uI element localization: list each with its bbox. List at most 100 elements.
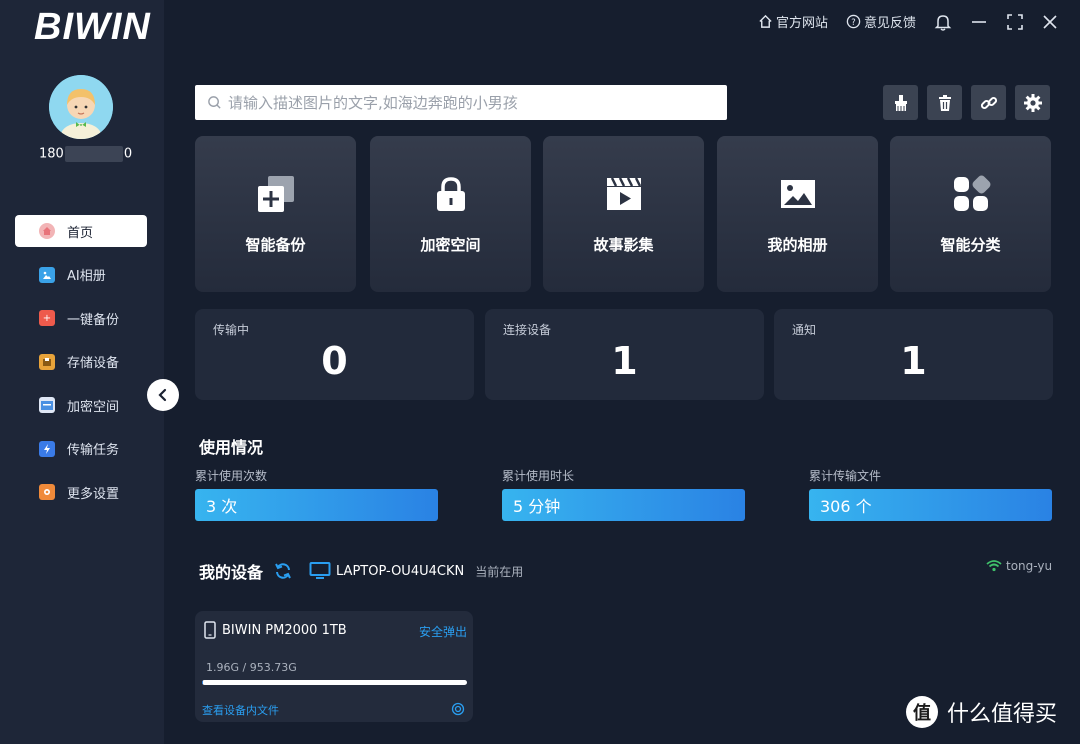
home-outline-icon — [759, 14, 772, 28]
sidebar-item-secure[interactable]: 加密空间 — [15, 389, 147, 421]
usage-bar-files: 306 个 — [809, 489, 1052, 521]
search-icon — [208, 96, 221, 109]
device-card[interactable]: BIWIN PM2000 1TB 安全弹出 1.96G / 953.73G 查看… — [195, 611, 473, 722]
folder-lock-icon — [39, 397, 55, 413]
watermark-text: 什么值得买 — [947, 702, 1058, 727]
computer-status: 当前在用 — [475, 564, 524, 579]
feature-label: 故事影集 — [593, 236, 654, 254]
sidebar: BIWIN 180 0 首页 AI相册 + 一键备份 存储设备 加密空间 传输任… — [0, 0, 164, 744]
link-button[interactable] — [971, 85, 1006, 120]
computer-name: LAPTOP-OU4U4CKN — [336, 563, 465, 579]
device-usage-text: 1.96G / 953.73G — [206, 661, 297, 674]
stat-value: 1 — [611, 339, 638, 383]
sidebar-item-backup[interactable]: + 一键备份 — [15, 302, 147, 334]
sidebar-item-label: 传输任务 — [67, 443, 120, 458]
delete-button[interactable] — [927, 85, 962, 120]
minimize-icon[interactable] — [970, 13, 988, 31]
storage-box-icon — [39, 353, 55, 370]
target-icon[interactable] — [451, 702, 465, 716]
sidebar-item-label: 更多设置 — [67, 486, 120, 502]
wifi-icon — [986, 560, 1002, 572]
clean-button[interactable] — [883, 85, 918, 120]
toolbar — [883, 85, 1050, 120]
photo-icon — [39, 266, 55, 283]
monitor-icon — [309, 562, 331, 579]
feature-label: 我的相册 — [767, 236, 828, 254]
wifi-status: tong-yu — [986, 559, 1052, 573]
sidebar-item-label: 首页 — [67, 225, 94, 241]
stat-title: 通知 — [792, 323, 817, 337]
help-circle-icon: ? — [846, 14, 861, 29]
sidebar-item-home[interactable]: 首页 — [15, 215, 147, 247]
svg-text:?: ? — [851, 17, 855, 27]
usage-section-title: 使用情况 — [199, 438, 264, 457]
stat-value: 1 — [900, 339, 927, 383]
maximize-icon[interactable] — [1006, 13, 1024, 31]
sidebar-item-ai-album[interactable]: AI相册 — [15, 259, 147, 291]
backup-plus-icon — [256, 174, 296, 214]
device-name: BIWIN PM2000 1TB — [222, 623, 347, 638]
window-topbar: 官方网站 ? 意见反馈 — [758, 12, 1058, 31]
close-icon[interactable] — [1042, 14, 1058, 30]
brush-icon — [894, 94, 907, 111]
sidebar-item-transfer[interactable]: 传输任务 — [15, 433, 147, 465]
usage-bar-duration: 5 分钟 — [502, 489, 745, 521]
feature-label: 加密空间 — [420, 236, 481, 254]
chevron-left-icon — [158, 388, 167, 402]
sidebar-item-storage[interactable]: 存储设备 — [15, 346, 147, 378]
user-id: 180 0 — [39, 146, 133, 162]
transfer-icon — [39, 440, 55, 457]
category-grid-icon — [951, 174, 991, 214]
usage-label: 累计使用次数 — [195, 469, 268, 483]
search-bar — [195, 85, 727, 120]
devices-section-title: 我的设备 — [199, 563, 264, 582]
device-usage-fill — [202, 680, 203, 685]
collapse-sidebar-button[interactable] — [147, 379, 179, 411]
stat-title: 连接设备 — [503, 323, 552, 337]
browse-device-files-link[interactable]: 查看设备内文件 — [202, 702, 279, 718]
sidebar-item-settings[interactable]: 更多设置 — [15, 476, 147, 508]
gear-icon — [1023, 93, 1042, 112]
sidebar-nav: 首页 AI相册 + 一键备份 存储设备 加密空间 传输任务 更多设置 — [15, 215, 147, 520]
feature-card-secure-space[interactable]: 加密空间 — [370, 136, 531, 292]
sidebar-item-label: 加密空间 — [67, 399, 120, 415]
watermark: 值 什么值得买 — [905, 695, 1057, 729]
sidebar-item-label: 一键备份 — [67, 312, 120, 328]
feature-card-smart-category[interactable]: 智能分类 — [890, 136, 1051, 292]
usage-label: 累计使用时长 — [502, 469, 575, 483]
refresh-icon[interactable] — [273, 561, 293, 581]
avatar[interactable] — [49, 75, 113, 139]
usage-bar-count: 3 次 — [195, 489, 438, 521]
stat-value: 0 — [321, 339, 348, 383]
settings-icon — [39, 484, 55, 500]
device-usage-progress — [202, 680, 467, 685]
lock-icon — [431, 174, 471, 214]
feedback-link[interactable]: ? 意见反馈 — [846, 12, 916, 31]
stat-card-transferring[interactable]: 传输中 0 — [195, 309, 474, 400]
feature-label: 智能备份 — [245, 236, 306, 254]
wifi-name: tong-yu — [1006, 559, 1053, 573]
svg-text:值: 值 — [913, 702, 931, 724]
clapperboard-icon — [604, 174, 644, 214]
stat-card-connected-devices[interactable]: 连接设备 1 — [485, 309, 764, 400]
phone-icon — [204, 621, 216, 639]
devices-header: 我的设备 LAPTOP-OU4U4CKN 当前在用 — [199, 559, 523, 583]
backup-icon: + — [39, 310, 55, 326]
bell-icon[interactable] — [934, 13, 952, 31]
search-input[interactable] — [228, 93, 708, 112]
feature-card-story-album[interactable]: 故事影集 — [543, 136, 704, 292]
stat-card-notifications[interactable]: 通知 1 — [774, 309, 1053, 400]
usage-label: 累计传输文件 — [809, 469, 882, 483]
stat-title: 传输中 — [213, 323, 250, 337]
official-site-link[interactable]: 官方网站 — [758, 12, 828, 31]
home-icon — [39, 223, 55, 239]
feature-card-my-album[interactable]: 我的相册 — [717, 136, 878, 292]
watermark-logo-icon: 值 — [906, 696, 938, 728]
eject-button[interactable]: 安全弹出 — [419, 623, 467, 640]
feature-card-smart-backup[interactable]: 智能备份 — [195, 136, 356, 292]
sidebar-item-label: 存储设备 — [67, 356, 120, 371]
settings-button[interactable] — [1015, 85, 1050, 120]
link-icon — [980, 96, 997, 109]
trash-icon — [938, 94, 951, 111]
feature-label: 智能分类 — [940, 236, 1001, 254]
